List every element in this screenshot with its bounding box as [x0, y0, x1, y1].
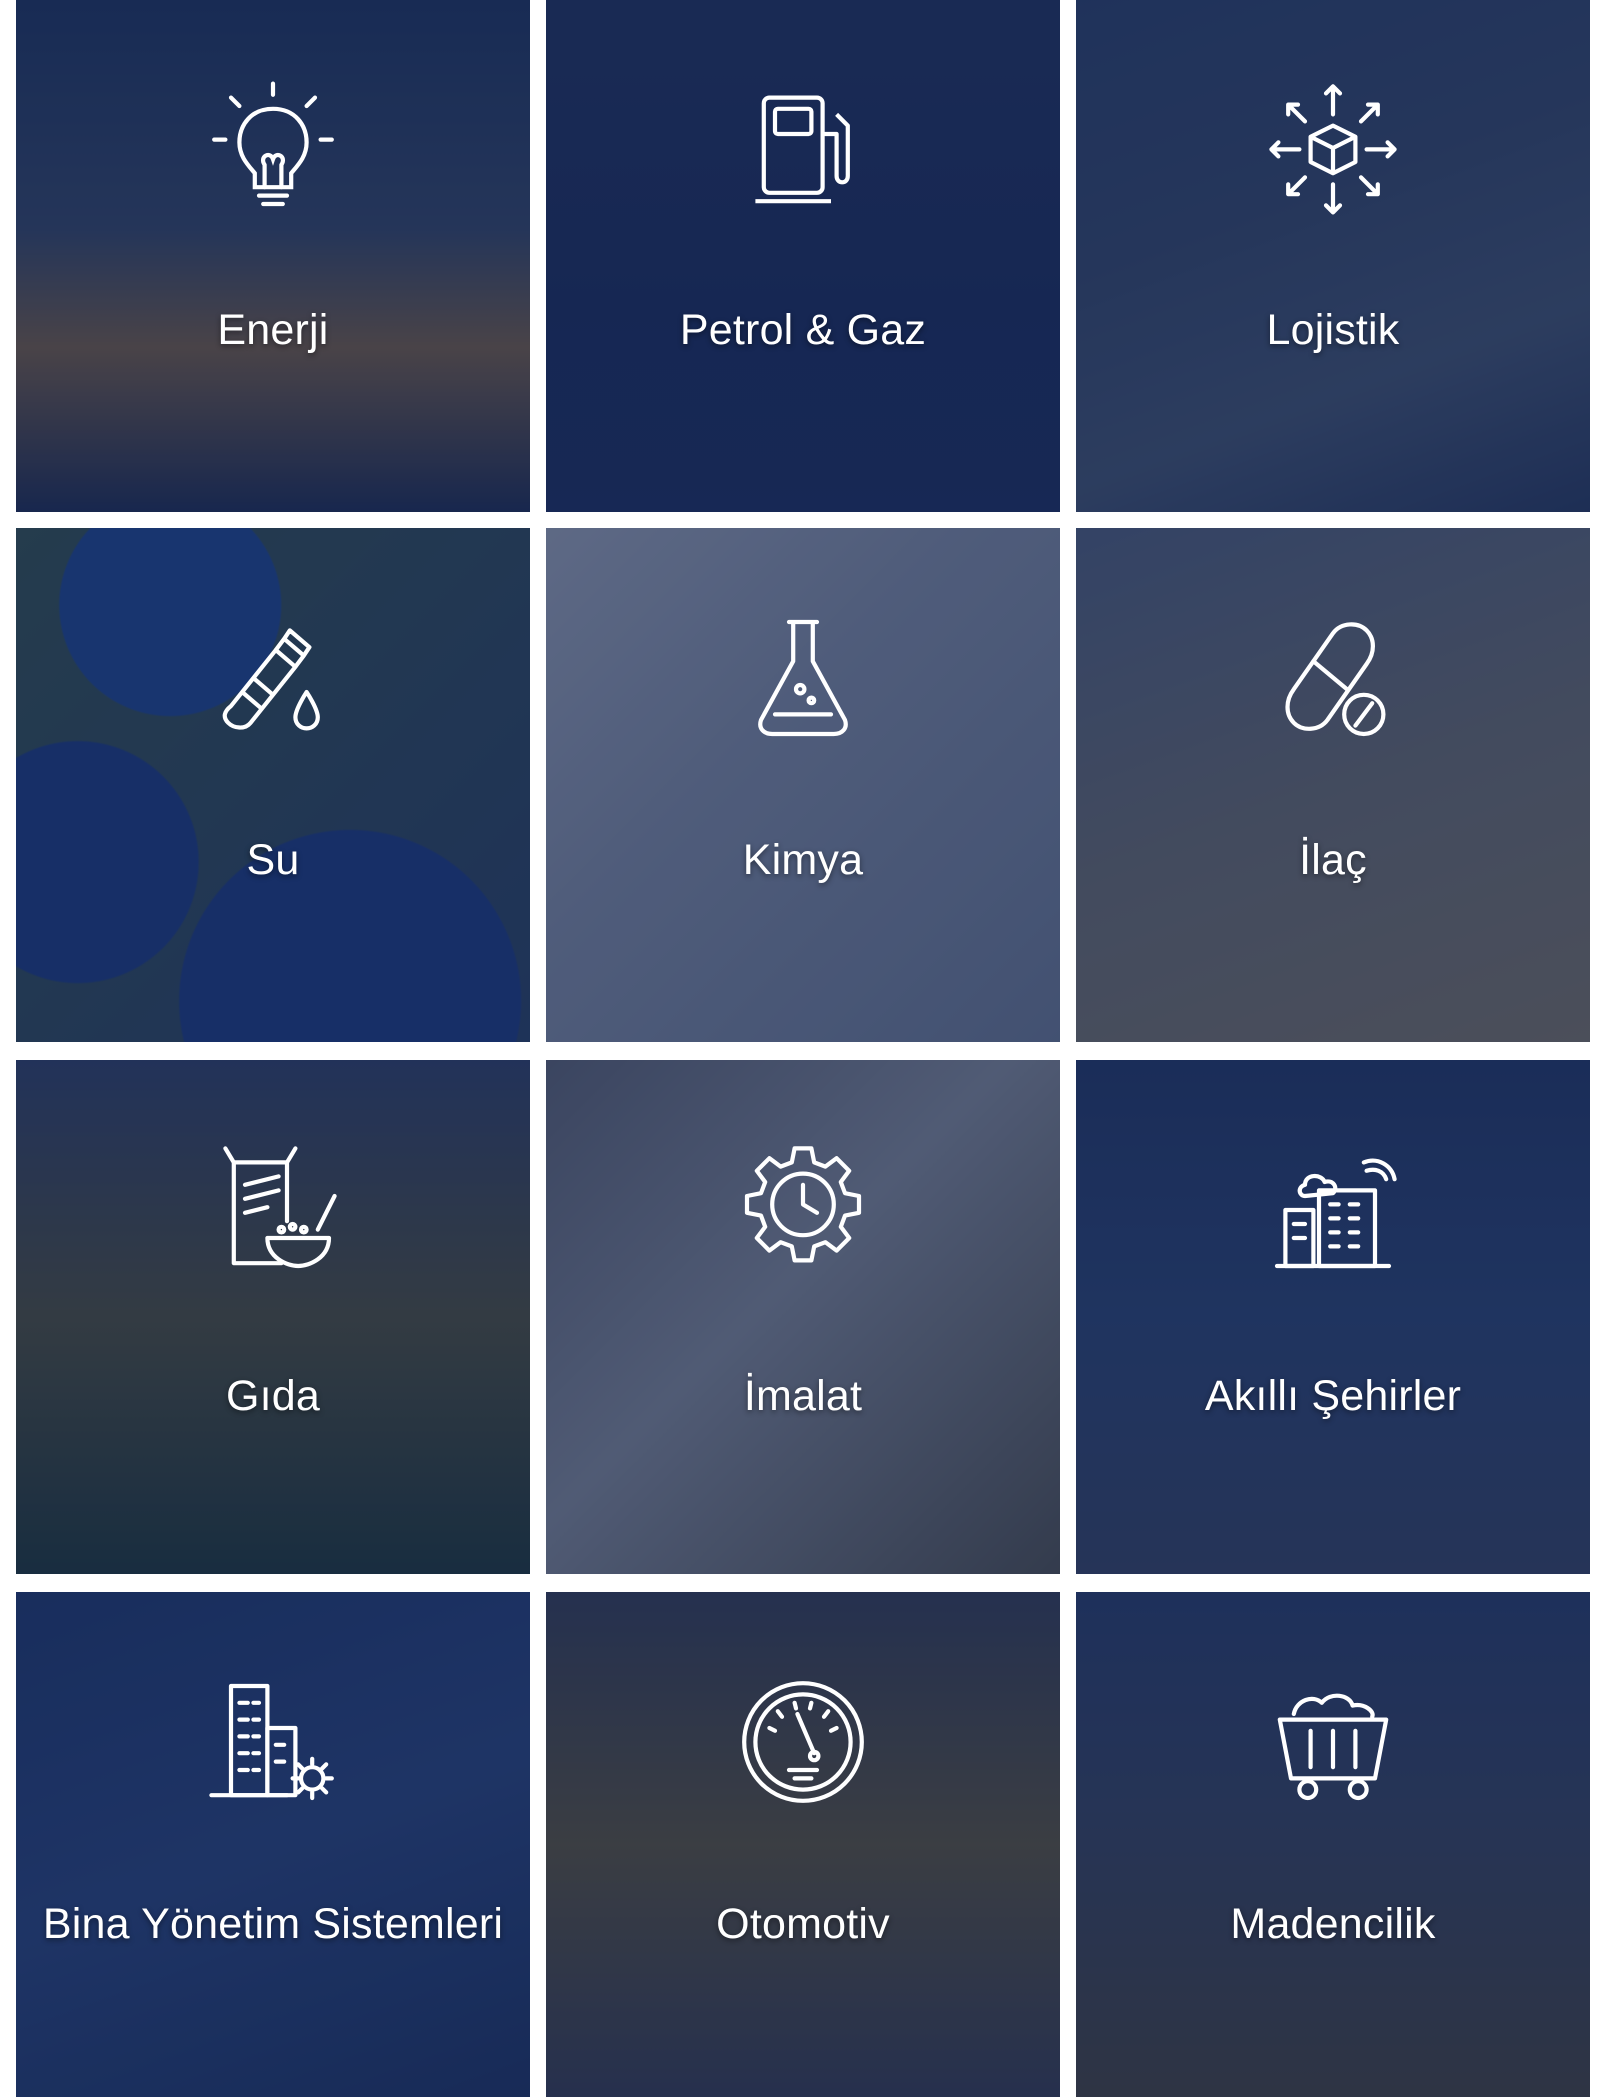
- food-jar-icon: [203, 1140, 343, 1280]
- tile-label: Bina Yönetim Sistemleri: [42, 1900, 504, 1948]
- building-gear-icon: [203, 1672, 343, 1812]
- water-bottle-icon: [203, 608, 343, 748]
- tile-kimya[interactable]: Kimya: [546, 528, 1060, 1042]
- industry-grid: Enerji Petrol & Gaz Lojistik Su Kimya İl…: [0, 0, 1621, 2097]
- tile-label: Otomotiv: [716, 1900, 890, 1948]
- tile-ilac[interactable]: İlaç: [1076, 528, 1590, 1042]
- fuel-pump-icon: [733, 78, 873, 218]
- tile-label: İmalat: [743, 1372, 863, 1420]
- tile-imalat[interactable]: İmalat: [546, 1060, 1060, 1574]
- mine-cart-icon: [1263, 1672, 1403, 1812]
- tile-label: Kimya: [742, 836, 864, 884]
- tile-su[interactable]: Su: [16, 528, 530, 1042]
- tile-akilli-sehirler[interactable]: Akıllı Şehirler: [1076, 1060, 1590, 1574]
- lightbulb-icon: [203, 78, 343, 218]
- tile-bina-yonetim-sistemleri[interactable]: Bina Yönetim Sistemleri: [16, 1592, 530, 2097]
- pill-icon: [1263, 608, 1403, 748]
- tile-enerji[interactable]: Enerji: [16, 0, 530, 512]
- flask-icon: [733, 608, 873, 748]
- tile-madencilik[interactable]: Madencilik: [1076, 1592, 1590, 2097]
- tile-label: Enerji: [217, 306, 329, 354]
- tile-label: İlaç: [1299, 836, 1367, 884]
- tile-label: Su: [246, 836, 300, 884]
- tile-label: Akıllı Şehirler: [1204, 1372, 1462, 1420]
- speedometer-icon: [733, 1672, 873, 1812]
- gear-clock-icon: [733, 1140, 873, 1280]
- tile-label: Lojistik: [1266, 306, 1400, 354]
- box-arrows-icon: [1263, 78, 1403, 218]
- tile-label: Petrol & Gaz: [679, 306, 927, 354]
- tile-petrol-gaz[interactable]: Petrol & Gaz: [546, 0, 1060, 512]
- tile-label: Gıda: [225, 1372, 321, 1420]
- tile-otomotiv[interactable]: Otomotiv: [546, 1592, 1060, 2097]
- tile-label: Madencilik: [1230, 1900, 1436, 1948]
- tile-gida[interactable]: Gıda: [16, 1060, 530, 1574]
- smart-building-icon: [1263, 1140, 1403, 1280]
- tile-lojistik[interactable]: Lojistik: [1076, 0, 1590, 512]
